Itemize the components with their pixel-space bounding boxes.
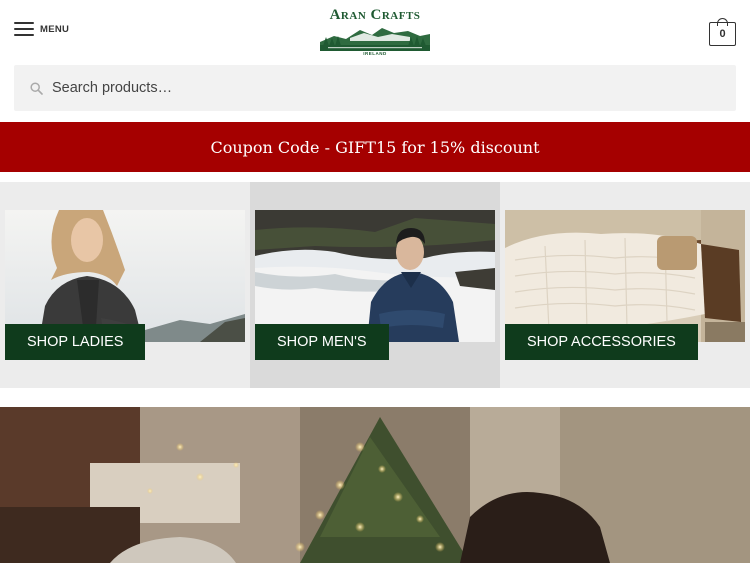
hamburger-icon	[14, 22, 34, 36]
logo-landscape-icon	[320, 28, 430, 51]
site-header: MENU Aran Crafts IRELAND 0	[0, 0, 750, 62]
cart-count: 0	[709, 22, 736, 46]
category-row: SHOP LADIES SHOP MEN'S SHOP ACCESSORIES	[0, 182, 750, 388]
shop-accessories-button[interactable]: SHOP ACCESSORIES	[505, 324, 698, 360]
coupon-banner: Coupon Code - GIFT15 for 15% discount	[0, 122, 750, 172]
hero-image	[0, 407, 750, 563]
category-accessories-image	[505, 210, 745, 342]
logo-text: Aran Crafts	[329, 7, 421, 23]
search-input[interactable]	[52, 65, 722, 111]
menu-label: MENU	[40, 23, 70, 35]
cart-button[interactable]: 0	[709, 18, 736, 46]
category-mens-image	[255, 210, 495, 342]
category-mens[interactable]: SHOP MEN'S	[250, 182, 500, 388]
category-accessories[interactable]: SHOP ACCESSORIES	[500, 182, 750, 388]
category-ladies-image	[5, 210, 245, 342]
shop-ladies-button[interactable]: SHOP LADIES	[5, 324, 146, 360]
logo-subtext: IRELAND	[363, 51, 387, 56]
menu-button[interactable]: MENU	[14, 22, 69, 36]
search-icon	[30, 82, 43, 95]
coupon-text: Coupon Code - GIFT15 for 15% discount	[210, 137, 540, 157]
site-logo[interactable]: Aran Crafts IRELAND	[318, 7, 432, 59]
search-bar	[14, 65, 736, 111]
category-ladies[interactable]: SHOP LADIES	[0, 182, 250, 388]
shop-mens-button[interactable]: SHOP MEN'S	[255, 324, 389, 360]
